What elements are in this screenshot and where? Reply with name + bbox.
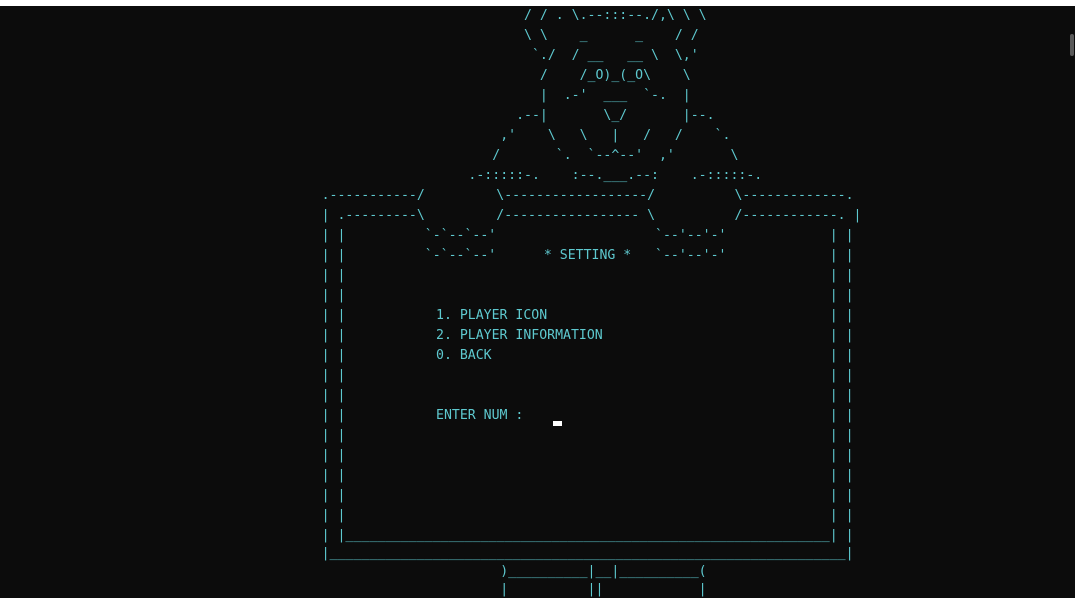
art-line: ,' \ \ | / / `. [0, 128, 731, 143]
menu-item-back[interactable]: 0. BACK [436, 346, 492, 366]
art-line: | | | | [4, 468, 854, 483]
art-line: )__________|__|__________( [0, 564, 707, 579]
enter-num-prompt: ENTER NUM : [436, 408, 532, 423]
menu-item-player-information[interactable]: 2. PLAYER INFORMATION [436, 326, 603, 346]
art-line: .--| \_/ |--. [0, 108, 715, 123]
art-line: |_______________________________________… [4, 546, 854, 561]
scrollbar[interactable] [1069, 6, 1075, 598]
art-line: | | | | [4, 268, 854, 283]
scrollbar-thumb[interactable] [1070, 34, 1074, 56]
art-line: .-----------/ \------------------/ \----… [4, 188, 854, 203]
art-line: | | | | [4, 328, 854, 343]
art-line: | || | [0, 582, 707, 597]
art-line: | | | | [4, 428, 854, 443]
menu-item-player-icon[interactable]: 1. PLAYER ICON [436, 306, 547, 326]
art-line: / / . \.--:::--./,\ \ \ [0, 8, 707, 23]
art-line: | | | | [4, 288, 854, 303]
text-cursor[interactable] [553, 421, 562, 426]
art-line: | | | | [4, 408, 854, 423]
art-line: | | | | [4, 488, 854, 503]
art-line: | | | | [4, 448, 854, 463]
terminal-window: / / . \.--:::--./,\ \ \ \ \ _ _ / / `./ … [0, 0, 1075, 598]
art-line: `./ / __ __ \ \,' [0, 48, 699, 63]
art-line: | | | | [4, 348, 854, 363]
art-line: | .---------\ /----------------- \ /----… [4, 208, 862, 223]
art-line: | | `-`--`--' `--'--'-' | | [4, 228, 854, 243]
art-line: | | | | [4, 508, 854, 523]
art-line: .-:::::-. :--.___.--: .-:::::-. [0, 168, 763, 183]
art-line: | .-' ___ `-. | [0, 88, 691, 103]
art-line: | |_____________________________________… [4, 528, 854, 543]
art-line: | | | | [4, 368, 854, 383]
art-line: | | | | [4, 308, 854, 323]
art-line: \ \ _ _ / / [0, 28, 699, 43]
art-line: | | | | [4, 388, 854, 403]
art-line: / `. `--^--' ,' \ [0, 148, 739, 163]
art-line: / /_O)_(_O\ \ [0, 68, 691, 83]
art-line: | | `-`--`--' * SETTING * `--'--'-' | | [4, 248, 854, 263]
